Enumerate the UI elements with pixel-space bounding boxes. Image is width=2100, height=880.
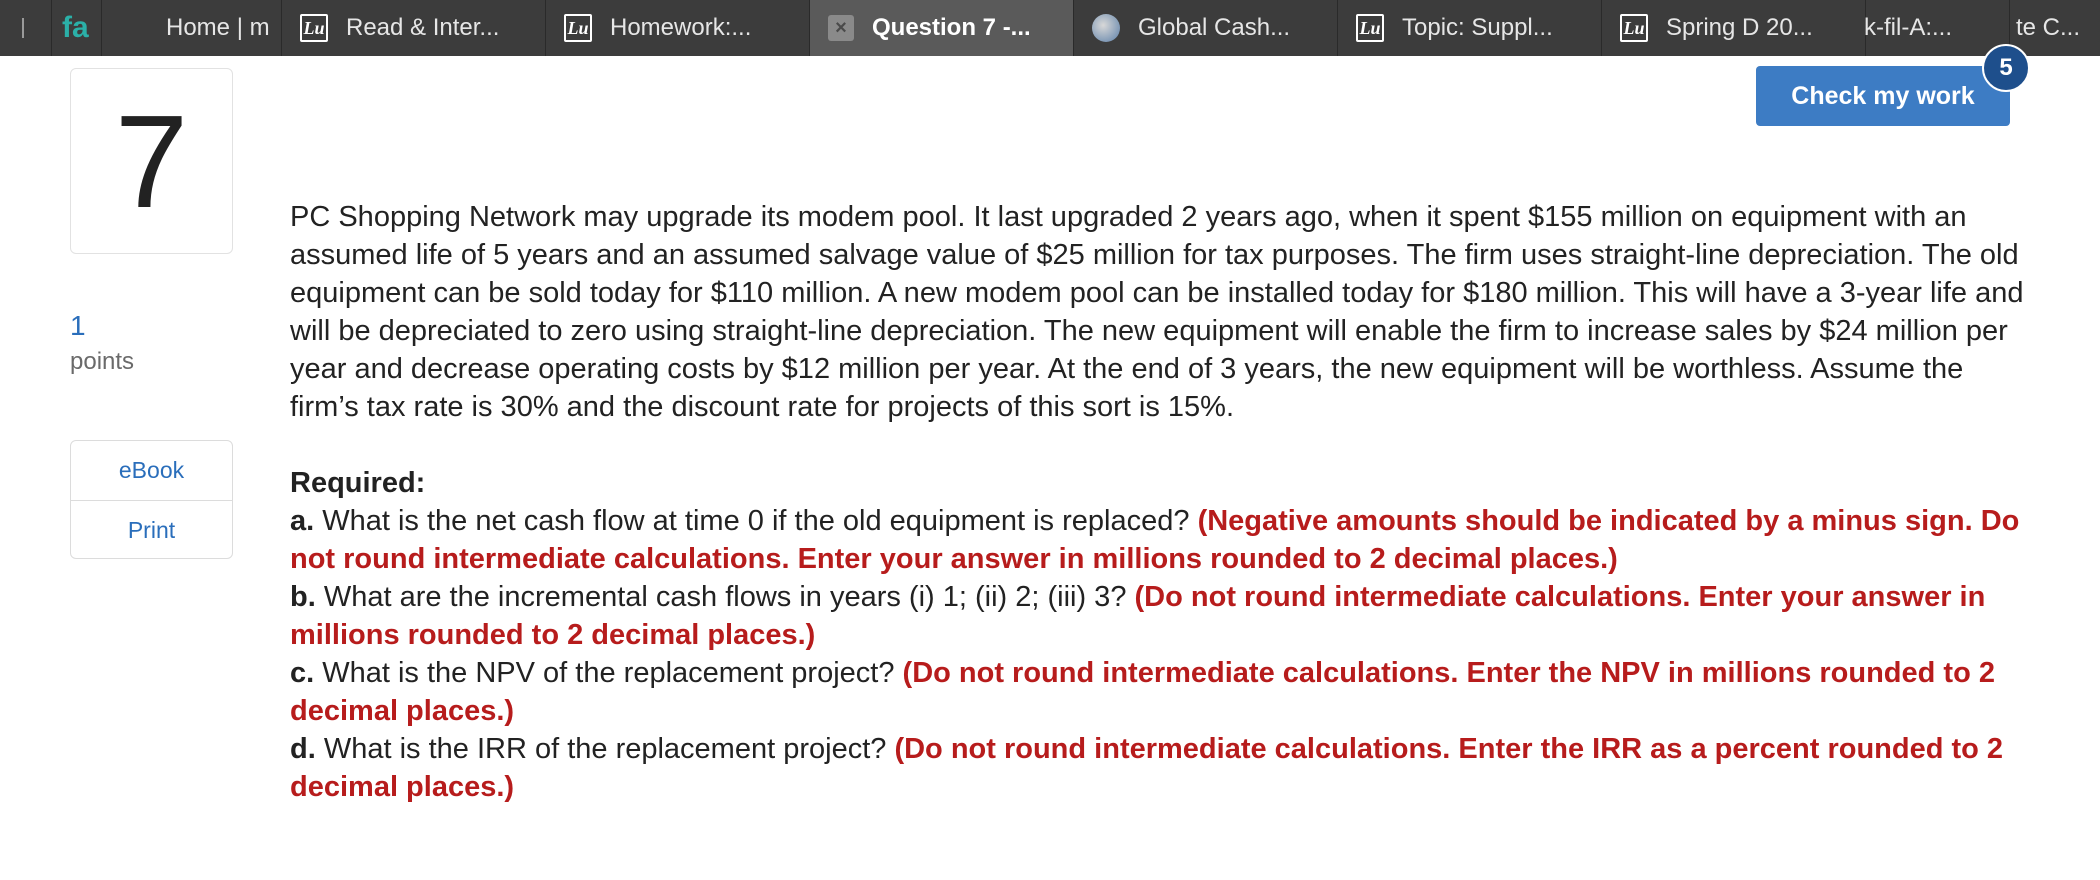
ebook-button[interactable]: eBook <box>71 441 232 500</box>
tab-label: Home | m <box>166 14 270 41</box>
globe-icon <box>1092 14 1120 42</box>
browser-tab-read-interact[interactable]: Lu Read & Inter... <box>282 0 546 56</box>
question-tools: eBook Print <box>70 440 233 559</box>
tab-label: te C... <box>2016 14 2081 41</box>
lu-icon: Lu <box>1356 14 1384 42</box>
lu-icon: Lu <box>300 14 328 42</box>
tab-label: Read & Inter... <box>346 14 500 41</box>
circle-icon <box>22 18 28 38</box>
part-text: What are the incremental cash flows in y… <box>323 581 1127 613</box>
print-button[interactable]: Print <box>71 500 232 558</box>
part-letter: b. <box>290 581 316 613</box>
browser-tab-topic[interactable]: Lu Topic: Suppl... <box>1338 0 1602 56</box>
points-label: points <box>70 348 135 375</box>
browser-tab-spring[interactable]: Lu Spring D 20... <box>1602 0 1866 56</box>
tab-label: Topic: Suppl... <box>1402 14 1553 41</box>
close-icon[interactable]: × <box>828 15 854 41</box>
browser-tab-home[interactable]: Home | m <box>102 0 282 56</box>
browser-tab-overflow[interactable]: te C... <box>2010 0 2100 56</box>
attempts-badge: 5 <box>1982 44 2030 92</box>
required-heading: Required: <box>290 467 426 499</box>
tab-label: Spring D 20... <box>1666 14 1813 41</box>
browser-tab[interactable] <box>0 0 52 56</box>
part-text: What is the NPV of the replacement proje… <box>322 657 895 689</box>
browser-tab-bar: fa Home | m Lu Read & Inter... Lu Homewo… <box>0 0 2100 56</box>
question-part-d: d. What is the IRR of the replacement pr… <box>290 730 2030 806</box>
tab-label: Question 7 -... <box>872 14 1031 41</box>
question-body: PC Shopping Network may upgrade its mode… <box>290 198 2030 806</box>
browser-tab-fa[interactable]: fa <box>52 0 102 56</box>
part-letter: a. <box>290 505 315 537</box>
lu-icon: Lu <box>1620 14 1648 42</box>
question-part-a: a. What is the net cash flow at time 0 i… <box>290 502 2030 578</box>
question-part-c: c. What is the NPV of the replacement pr… <box>290 654 2030 730</box>
tab-label: Homework:... <box>610 14 752 41</box>
browser-tab-homework[interactable]: Lu Homework:... <box>546 0 810 56</box>
part-letter: d. <box>290 733 316 765</box>
question-number: 7 <box>70 68 233 254</box>
question-part-b: b. What are the incremental cash flows i… <box>290 578 2030 654</box>
check-my-work-button[interactable]: Check my work <box>1756 66 2010 126</box>
tab-label: Global Cash... <box>1138 14 1291 41</box>
part-letter: c. <box>290 657 315 689</box>
part-text: What is the IRR of the replacement proje… <box>323 733 887 765</box>
question-prompt: PC Shopping Network may upgrade its mode… <box>290 201 2024 423</box>
fa-logo-icon: fa <box>62 11 89 44</box>
points-value: 1 <box>70 310 86 341</box>
browser-tab-chick-fil-a[interactable]: k-fil-A:... <box>1852 0 2010 56</box>
tab-label: k-fil-A:... <box>1864 14 1952 41</box>
microsoft-icon <box>120 14 148 42</box>
browser-tab-question-7[interactable]: × Question 7 -... <box>810 0 1074 56</box>
lu-icon: Lu <box>564 14 592 42</box>
part-text: What is the net cash flow at time 0 if t… <box>322 505 1190 537</box>
browser-tab-global-cash[interactable]: Global Cash... <box>1074 0 1338 56</box>
